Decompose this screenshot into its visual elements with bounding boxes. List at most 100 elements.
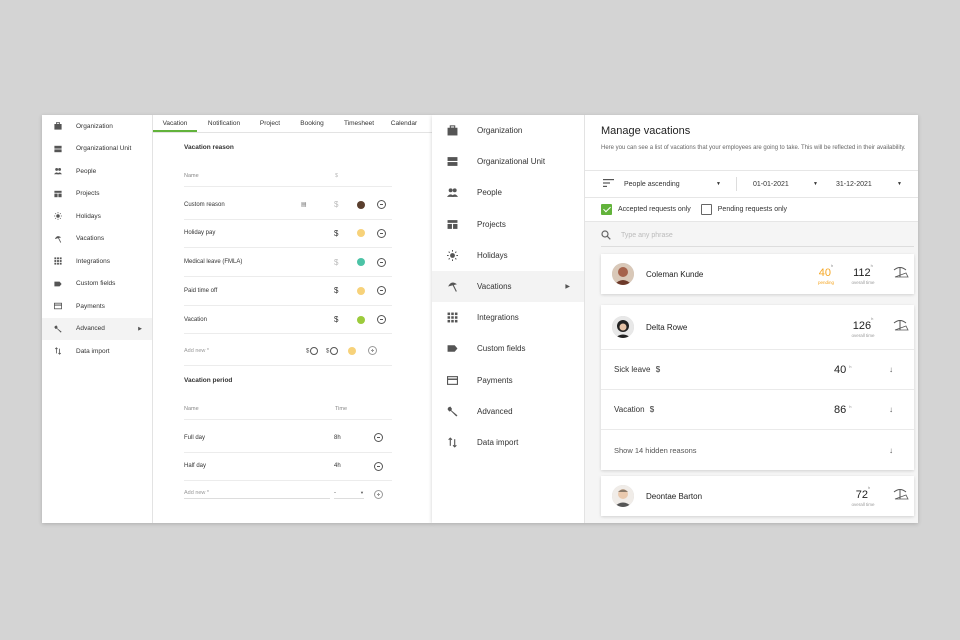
reason-row[interactable]: Holiday pay $: [184, 220, 392, 249]
page-description: Here you can see a list of vacations tha…: [601, 145, 906, 151]
reason-color-dot[interactable]: [357, 315, 365, 324]
sidebar-item-custom-fields[interactable]: Custom fields: [42, 273, 152, 296]
tab-timesheet[interactable]: Timesheet: [335, 115, 383, 132]
sidebar-item-integrations[interactable]: Integrations: [432, 302, 584, 333]
paid-toggle[interactable]: $: [306, 346, 326, 355]
sidebar-item-projects[interactable]: Projects: [432, 209, 584, 240]
sidebar-item-vacations[interactable]: Vacations ▶: [432, 270, 584, 303]
sidebar-item-organizational-unit[interactable]: Organizational Unit: [432, 146, 584, 177]
avatar: [612, 263, 634, 285]
show-hidden-reasons[interactable]: Show 14 hidden reasons ↓: [601, 430, 914, 470]
tag-icon: [447, 343, 458, 354]
search-bar[interactable]: Type any phrase: [601, 225, 914, 247]
arrow-down-icon[interactable]: ↓: [889, 446, 893, 455]
reason-breakdown-row[interactable]: Vacation $ 86 h ↓: [601, 390, 914, 430]
reason-row[interactable]: Custom reason ▤ $: [184, 191, 392, 220]
paid-dollar-icon[interactable]: $: [334, 200, 354, 209]
reason-col-paid: $: [335, 173, 339, 179]
sidebar-item-label: People: [477, 188, 502, 198]
sidebar-item-label: People: [76, 167, 97, 175]
beach-chair-icon[interactable]: [892, 487, 909, 506]
person-card-expanded[interactable]: Delta Rowe 126h overall time Sick leave …: [601, 305, 914, 470]
import-icon: [447, 437, 458, 448]
sidebar-item-projects[interactable]: Projects: [42, 183, 152, 206]
sidebar-item-people[interactable]: People: [432, 177, 584, 208]
unpaid-toggle[interactable]: $: [326, 346, 340, 355]
tab-booking[interactable]: Booking: [291, 115, 333, 132]
sidebar-item-label: Organizational Unit: [477, 157, 546, 167]
arrow-down-icon[interactable]: ↓: [889, 365, 893, 374]
date-to-chevron-down-icon[interactable]: ▼: [897, 181, 902, 187]
sidebar-item-integrations[interactable]: Integrations: [42, 250, 152, 273]
sidebar-item-holidays[interactable]: Holidays: [432, 240, 584, 271]
reason-color-dot[interactable]: [357, 258, 365, 267]
sidebar-item-data-import[interactable]: Data import: [432, 427, 584, 458]
remove-reason-button[interactable]: [377, 200, 386, 210]
reason-row[interactable]: Vacation $: [184, 306, 392, 335]
accepted-checkbox[interactable]: [601, 204, 612, 215]
period-row[interactable]: Full day 8h: [184, 424, 392, 453]
briefcase-icon: [447, 125, 458, 136]
sidebar-item-organization[interactable]: Organization: [42, 115, 152, 138]
reason-breakdown-row[interactable]: Sick leave $ 40 h ↓: [601, 350, 914, 390]
sidebar-item-advanced[interactable]: Advanced: [432, 396, 584, 427]
reason-row[interactable]: Medical leave (FMLA) $: [184, 248, 392, 277]
remove-reason-button[interactable]: [377, 286, 386, 296]
color-picker[interactable]: [348, 346, 356, 355]
beach-chair-icon[interactable]: [892, 318, 909, 337]
sort-chevron-down-icon[interactable]: ▼: [716, 181, 736, 187]
sidebar-item-vacations[interactable]: Vacations: [42, 228, 152, 251]
remove-reason-button[interactable]: [377, 257, 386, 267]
reason-color-dot[interactable]: [357, 200, 365, 209]
person-card[interactable]: Coleman Kunde 40h pending 112h overall t…: [601, 254, 914, 294]
accepted-filter[interactable]: Accepted requests only: [601, 204, 691, 215]
date-to[interactable]: 31-12-2021: [836, 181, 897, 188]
tab-vacation[interactable]: Vacation: [153, 115, 197, 132]
reason-color-dot[interactable]: [357, 286, 365, 295]
date-from[interactable]: 01-01-2021: [753, 181, 813, 188]
search-input[interactable]: Type any phrase: [621, 232, 673, 239]
paid-dollar-icon[interactable]: $: [334, 286, 354, 295]
remove-period-button[interactable]: [374, 433, 383, 443]
sidebar-item-custom-fields[interactable]: Custom fields: [432, 333, 584, 364]
sidebar-item-payments[interactable]: Payments: [42, 295, 152, 318]
sort-select[interactable]: People ascending: [624, 181, 716, 188]
add-reason-button[interactable]: [368, 346, 377, 356]
paid-dollar-icon[interactable]: $: [334, 258, 354, 267]
sidebar-item-advanced[interactable]: Advanced ▶: [42, 317, 152, 340]
tab-notification[interactable]: Notification: [199, 115, 249, 132]
paid-dollar-icon[interactable]: $: [334, 229, 354, 238]
pending-checkbox[interactable]: [700, 204, 712, 215]
beach-chair-icon[interactable]: [892, 265, 909, 284]
date-from-chevron-down-icon[interactable]: ▼: [813, 181, 836, 187]
sidebar-item-holidays[interactable]: Holidays: [42, 205, 152, 228]
grid-icon: [54, 257, 62, 265]
pending-filter[interactable]: Pending requests only: [700, 204, 787, 215]
tab-project[interactable]: Project: [251, 115, 289, 132]
tab-calendar[interactable]: Calendar: [385, 115, 423, 132]
sidebar-item-label: Organization: [76, 122, 113, 130]
sidebar-item-people[interactable]: People: [42, 160, 152, 183]
arrow-down-icon[interactable]: ↓: [889, 405, 893, 414]
remove-period-button[interactable]: [374, 461, 383, 471]
period-time-select[interactable]: - ▼: [334, 490, 364, 499]
reason-add-input[interactable]: Add new *: [184, 348, 306, 354]
reason-color-dot[interactable]: [357, 229, 365, 238]
person-card[interactable]: Deontae Barton 72h overall time: [601, 476, 914, 516]
sidebar-item-data-import[interactable]: Data import: [42, 340, 152, 363]
paid-dollar-icon[interactable]: $: [334, 315, 354, 324]
period-add-input[interactable]: Add new *: [184, 490, 330, 499]
sidebar-item-payments[interactable]: Payments: [432, 365, 584, 396]
add-period-button[interactable]: [374, 489, 383, 499]
remove-reason-button[interactable]: [377, 315, 386, 325]
person-name: Deontae Barton: [646, 491, 703, 501]
sidebar-item-organization[interactable]: Organization: [432, 115, 584, 146]
period-row[interactable]: Half day 4h: [184, 453, 392, 482]
settings-tabs: Vacation Notification Project Booking Timesh…: [153, 115, 432, 133]
sidebar-item-label: Holidays: [76, 212, 101, 220]
paid-dollar-icon: $: [655, 365, 661, 374]
remove-reason-button[interactable]: [377, 228, 386, 238]
reason-row[interactable]: Paid time off $: [184, 277, 392, 306]
reason-name: Custom reason: [184, 201, 225, 208]
sidebar-item-organizational-unit[interactable]: Organizational Unit: [42, 138, 152, 161]
